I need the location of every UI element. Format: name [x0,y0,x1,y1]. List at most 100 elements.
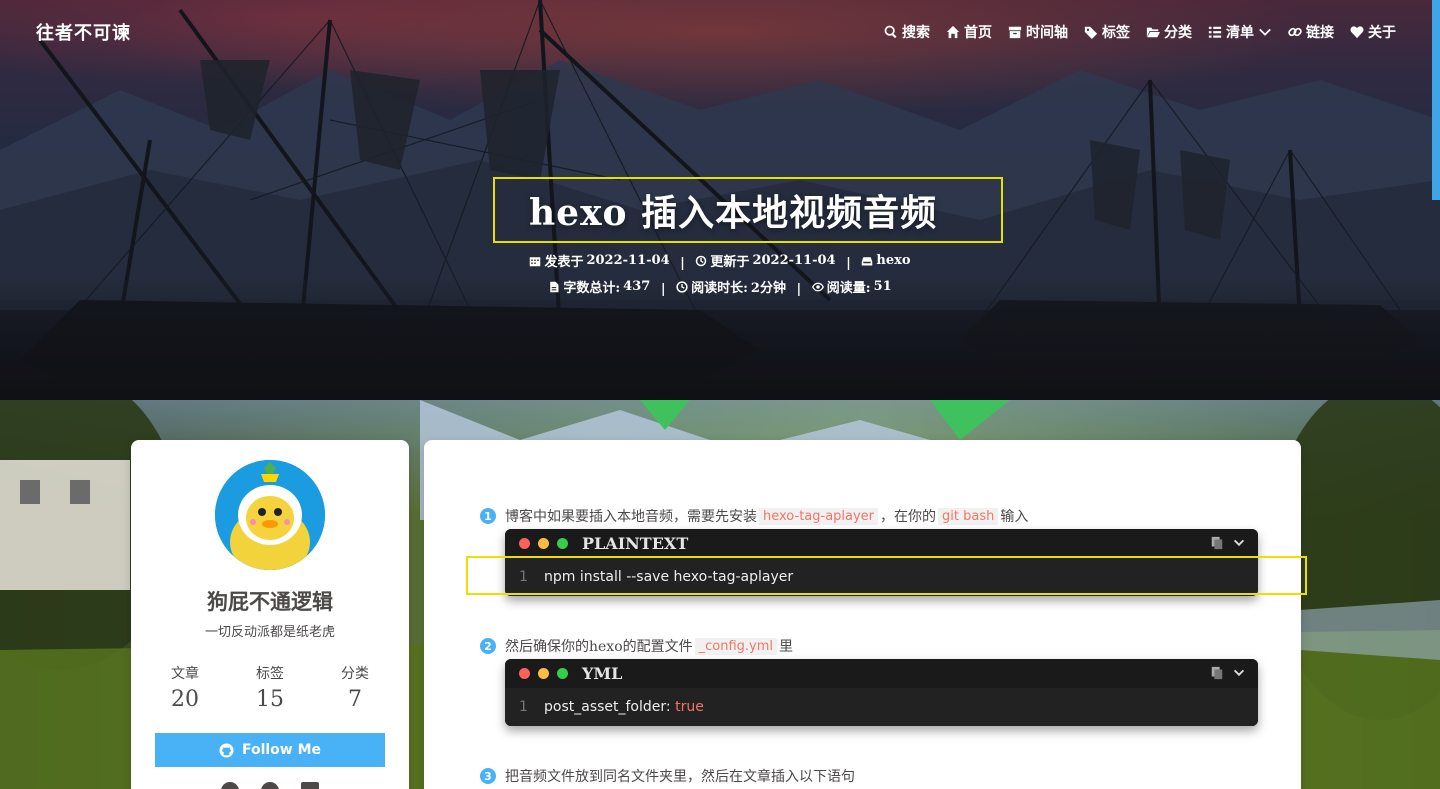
history-icon [696,255,707,266]
stat-label: 分类 [341,666,369,682]
yaml-key: post_asset_folder: [544,699,671,715]
post-meta-dates: 发表于 2022-11-04 | 更新于 2022-11-04 | hexo [0,251,1440,271]
nav-item-home[interactable]: 首页 [946,22,992,42]
nav-item-links[interactable]: 链接 [1288,22,1334,42]
nav-item-list[interactable]: 清单 [1208,22,1272,42]
clock-icon [676,280,688,293]
nav-item-label: 分类 [1164,25,1192,41]
step-text: ，在你的 [880,509,937,525]
window-maximize-dot [557,538,568,549]
step-3: 3 把音频文件放到同名文件夹里，然后在文章插入以下语句 [480,766,855,786]
post-category[interactable]: hexo [861,253,911,268]
calendar-icon [530,256,541,266]
yaml-value: true [675,699,704,715]
scroll-progress-bar[interactable] [1432,0,1440,200]
link-icon [1288,27,1302,37]
file-word-icon [550,281,559,292]
site-stats: 文章 20 标签 15 分类 7 [155,663,385,712]
nav-item-archive[interactable]: 时间轴 [1008,22,1068,42]
chevron-down-icon [1259,28,1271,36]
window-maximize-dot [557,668,568,679]
read-time: 阅读时长: 2分钟 [676,277,786,296]
stat-categories[interactable]: 分类 7 [325,663,385,712]
inline-code: hexo-tag-aplayer [759,507,879,525]
posted-date: 2022-11-04 [586,253,670,268]
github-icon[interactable] [221,782,239,789]
page-views: 阅读量: 51 [811,277,892,296]
copy-icon[interactable] [1210,536,1224,550]
nav-item-tags[interactable]: 标签 [1084,22,1130,42]
stat-value: 20 [171,687,199,712]
stat-articles[interactable]: 文章 20 [155,663,215,712]
step-text: 博客中如果要插入本地音频，需要先安装 [505,509,757,525]
window-close-dot [519,538,530,549]
post-title-highlight: hexo 插入本地视频音频 [493,177,1003,243]
author-info-card: 狗屁不通逻辑 一切反动派都是纸老虎 文章 20 标签 15 分类 7 Follo… [131,440,409,789]
posted-label: 发表于 [544,255,584,270]
code-block-header: PLAINTEXT [505,529,1258,558]
search-icon [884,25,897,39]
line-number: 1 [519,569,528,585]
step-text: 输入 [1000,509,1029,525]
tags-icon [1084,26,1098,39]
github-icon [219,742,234,758]
bilibili-icon[interactable] [261,782,279,789]
wordcount-value: 437 [623,279,651,294]
category-link[interactable]: hexo [876,253,910,268]
author-name: 狗屁不通逻辑 [207,589,333,614]
step-text: 把音频文件放到同名文件夹里，然后在文章插入以下语句 [505,769,855,785]
stat-value: 15 [256,687,284,712]
social-links [131,782,409,789]
views-label: 阅读量: [826,281,871,296]
code-block-yml: YML 1 post_asset_folder: true [505,659,1258,726]
chevron-down-icon[interactable] [1232,666,1246,680]
list-icon [1208,26,1222,38]
stat-value: 7 [348,687,362,712]
updated-label: 更新于 [710,255,750,270]
author-avatar[interactable] [215,460,325,570]
nav-item-label: 搜索 [902,25,930,41]
nav-item-label: 首页 [964,25,992,41]
nav-menu: 搜索 首页 时间轴 标签 分类 清单 链接 关于 [884,22,1396,42]
nav-item-about[interactable]: 关于 [1350,22,1396,42]
copy-icon[interactable] [1210,666,1224,680]
stat-label: 文章 [171,666,199,682]
post-title: hexo 插入本地视频音频 [529,192,938,234]
email-icon[interactable] [301,782,319,789]
window-minimize-dot [538,538,549,549]
nav-item-label: 清单 [1226,25,1254,41]
window-minimize-dot [538,668,549,679]
readtime-value: 2分钟 [750,281,786,296]
step-text: 里 [779,639,794,655]
post-content-card: 1 博客中如果要插入本地音频，需要先安装 hexo-tag-aplayer ，在… [424,440,1301,789]
step-number: 3 [480,768,496,784]
nav-item-label: 关于 [1368,25,1396,41]
nav-item-categories[interactable]: 分类 [1146,22,1192,42]
code-language: PLAINTEXT [582,534,689,553]
inline-code: git bash [938,507,999,525]
code-line: 1 post_asset_folder: true [505,688,1258,726]
post-meta-stats: 字数总计: 437 | 阅读时长: 2分钟 | 阅读量: 51 [0,277,1440,297]
site-brand[interactable]: 往者不可谏 [36,19,131,45]
step-2: 2 然后确保你的hexo的配置文件 _config.yml 里 [480,636,793,656]
follow-me-button[interactable]: Follow Me [155,733,385,767]
heart-icon [1350,26,1364,39]
stat-label: 标签 [256,666,284,682]
folder-open-icon [1146,27,1160,38]
follow-label: Follow Me [241,742,322,758]
window-close-dot [519,668,530,679]
top-navbar: 往者不可谏 搜索 首页 时间轴 标签 分类 清单 链接 关于 [0,0,1440,64]
chevron-down-icon[interactable] [1232,536,1246,550]
post-date: 发表于 2022-11-04 [529,251,670,270]
code-text: npm install --save hexo-tag-aplayer [544,569,794,585]
inbox-icon [862,256,873,265]
nav-item-label: 标签 [1102,25,1130,41]
inline-code: _config.yml [694,637,778,655]
nav-item-label: 链接 [1306,25,1334,41]
home-icon [946,25,960,39]
nav-item-search[interactable]: 搜索 [884,22,930,42]
archive-icon [1008,26,1022,39]
stat-tags[interactable]: 标签 15 [240,663,300,712]
code-block-header: YML [505,659,1258,688]
step-text: 然后确保你的hexo的配置文件 [505,639,693,655]
